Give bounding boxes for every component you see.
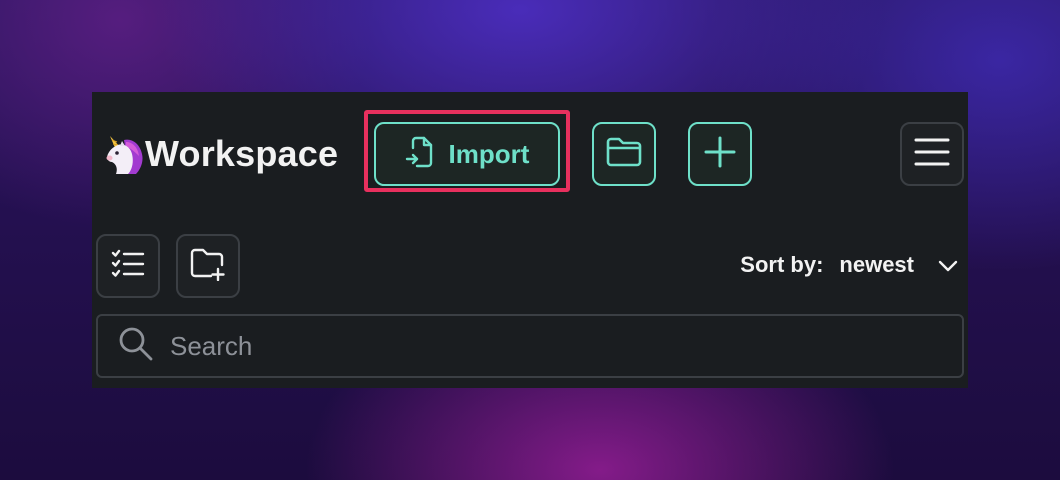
import-button[interactable]: Import [374,122,560,186]
search-icon [118,326,154,367]
import-button-label: Import [448,138,530,169]
chevron-down-icon [938,252,958,278]
hamburger-menu-icon [914,137,950,172]
search-box[interactable] [96,314,964,378]
search-input[interactable] [168,329,932,363]
folder-button[interactable] [592,122,656,186]
new-folder-button[interactable] [176,234,240,298]
sort-value: newest [839,252,914,277]
menu-button[interactable] [900,122,964,186]
workspace-panel: Workspace Import Sort by: newest Search [92,92,968,388]
sort-dropdown[interactable]: Sort by: newest [740,250,958,280]
plus-icon [703,135,737,174]
add-button[interactable] [688,122,752,186]
file-import-icon [405,136,435,173]
select-items-button[interactable] [96,234,160,298]
folder-icon [605,136,643,173]
app-title: Workspace [145,133,339,174]
unicorn-icon [102,132,146,176]
sort-label: Sort by: [740,252,824,277]
folder-plus-icon [189,247,227,286]
checklist-icon [111,249,145,284]
